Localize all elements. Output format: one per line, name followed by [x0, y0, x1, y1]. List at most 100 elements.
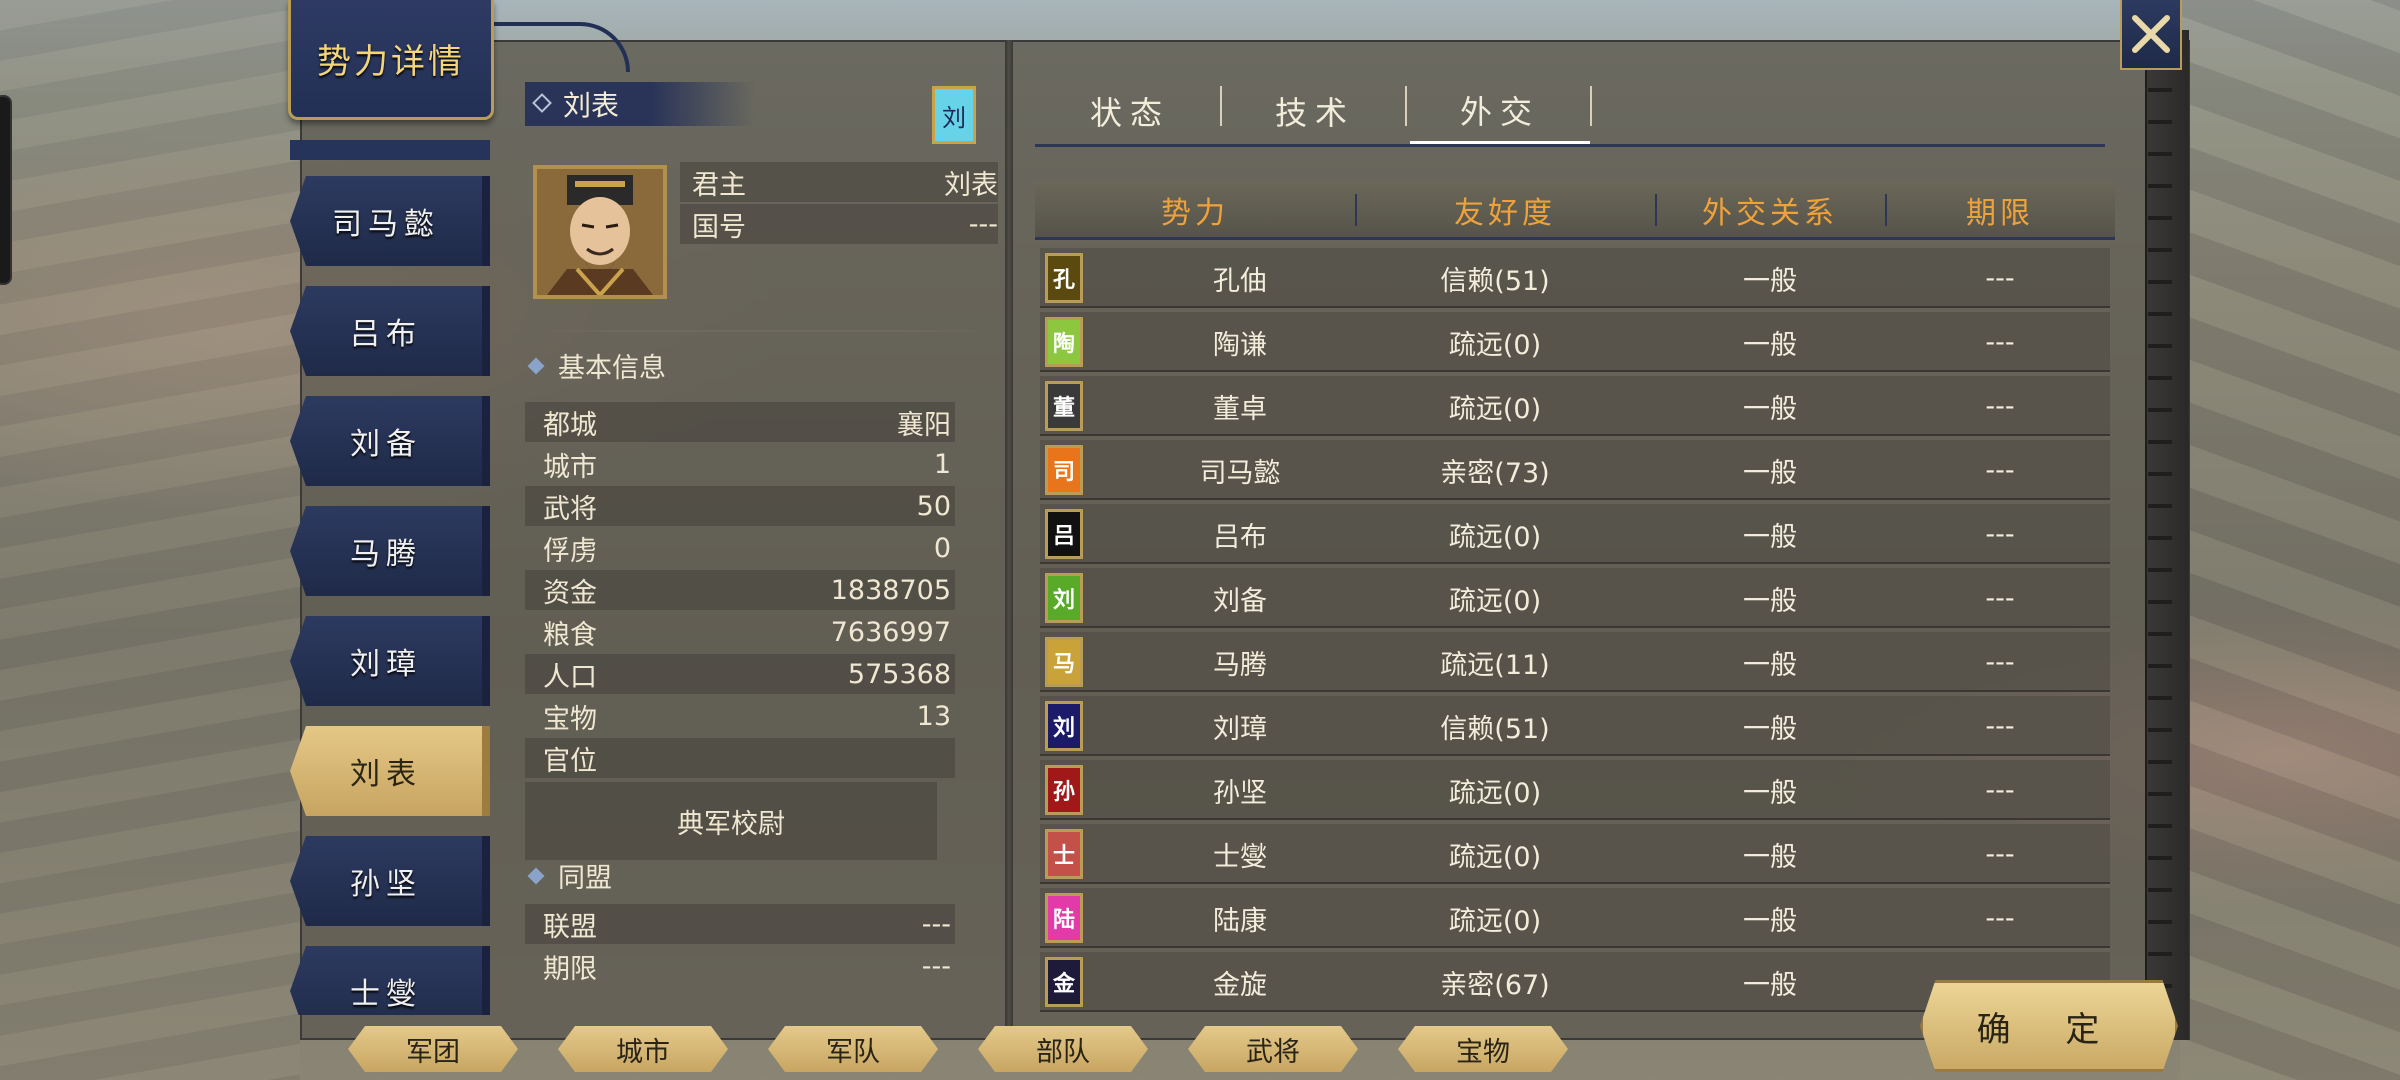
faction-tab-5[interactable]: 刘表	[290, 726, 490, 816]
diamond-icon	[527, 357, 545, 374]
relation-value: 一般	[1743, 713, 1797, 745]
faction-tab-3[interactable]: 马腾	[290, 506, 490, 596]
background-right-buildings	[2180, 0, 2400, 1080]
term-value: ---	[1985, 710, 2015, 742]
faction-tab-6[interactable]: 孙坚	[290, 836, 490, 926]
ruler-portrait	[533, 165, 667, 299]
tab-2[interactable]: 外交	[1410, 78, 1590, 144]
diplomacy-row[interactable]: 刘 刘璋 信赖(51) 一般 ---	[1040, 696, 2110, 756]
friendship-value: 亲密(67)	[1440, 969, 1550, 1001]
term-value: ---	[1985, 582, 2015, 614]
diplomacy-row[interactable]: 刘 刘备 疏远(0) 一般 ---	[1040, 568, 2110, 628]
alliance-value: ---	[921, 908, 951, 940]
close-button[interactable]	[2120, 0, 2182, 70]
lord-label: 君主	[692, 169, 746, 201]
basic-info-heading: 基本信息	[527, 346, 666, 385]
faction-tab-0[interactable]: 司马懿	[290, 176, 490, 266]
basic-info-label: 城市	[543, 451, 597, 483]
faction-flag: 金	[1045, 957, 1083, 1007]
bottom-nav-button-0[interactable]: 军团	[348, 1026, 518, 1072]
tab-0[interactable]: 状态	[1040, 78, 1220, 144]
faction-name: 金旋	[1213, 969, 1267, 1001]
faction-name: 士燮	[1213, 841, 1267, 873]
alliance-row: 联盟 ---	[525, 904, 955, 944]
relation-value: 一般	[1743, 905, 1797, 937]
faction-flag: 刘	[1045, 573, 1083, 623]
diplomacy-row[interactable]: 陆 陆康 疏远(0) 一般 ---	[1040, 888, 2110, 948]
header-relation: 外交关系	[1702, 196, 1838, 231]
basic-info-label: 资金	[543, 577, 597, 609]
friendship-value: 信赖(51)	[1440, 265, 1550, 297]
faction-tab-scroll-top	[290, 140, 490, 160]
confirm-button[interactable]: 确 定	[1920, 980, 2178, 1072]
country-title-row: 国号 ---	[680, 204, 998, 244]
basic-info-label: 粮食	[543, 619, 597, 651]
faction-flag: 陆	[1045, 893, 1083, 943]
diplomacy-row[interactable]: 孙 孙坚 疏远(0) 一般 ---	[1040, 760, 2110, 820]
faction-name: 刘璋	[1213, 713, 1267, 745]
relation-value: 一般	[1743, 841, 1797, 873]
faction-name: 陶谦	[1213, 329, 1267, 361]
relation-value: 一般	[1743, 969, 1797, 1001]
diplomacy-row[interactable]: 司 司马懿 亲密(73) 一般 ---	[1040, 440, 2110, 500]
faction-name: 董卓	[1213, 393, 1267, 425]
basic-info-row: 城市 1	[525, 444, 955, 484]
term-value: ---	[1985, 902, 2015, 934]
relation-value: 一般	[1743, 457, 1797, 489]
friendship-value: 信赖(51)	[1440, 713, 1550, 745]
office-title: 典军校尉	[525, 782, 937, 860]
basic-info-row: 官位	[525, 738, 955, 778]
faction-tab-7[interactable]: 士燮	[290, 946, 490, 1015]
faction-tab-4[interactable]: 刘璋	[290, 616, 490, 706]
diplomacy-row[interactable]: 士 士燮 疏远(0) 一般 ---	[1040, 824, 2110, 884]
diplomacy-row[interactable]: 陶 陶谦 疏远(0) 一般 ---	[1040, 312, 2110, 372]
term-value: ---	[1985, 518, 2015, 550]
faction-name: 吕布	[1213, 521, 1267, 553]
faction-flag: 马	[1045, 637, 1083, 687]
basic-info-row: 人口 575368	[525, 654, 955, 694]
alliance-row: 期限 ---	[525, 946, 955, 986]
lord-row: 君主 刘表	[680, 162, 998, 202]
panel-edge-pattern	[2148, 70, 2172, 1020]
diplomacy-row[interactable]: 吕 吕布 疏远(0) 一般 ---	[1040, 504, 2110, 564]
ruler-name-bar: 刘表	[525, 82, 755, 126]
term-value: ---	[1985, 454, 2015, 486]
diplomacy-row[interactable]: 董 董卓 疏远(0) 一般 ---	[1040, 376, 2110, 436]
header-term: 期限	[1966, 196, 2034, 231]
bottom-nav-button-4[interactable]: 武将	[1188, 1026, 1358, 1072]
bottom-nav-button-2[interactable]: 军队	[768, 1026, 938, 1072]
friendship-value: 疏远(0)	[1448, 521, 1542, 553]
basic-info-row: 俘虏 0	[525, 528, 955, 568]
title-ornament	[480, 22, 630, 72]
basic-info-row: 粮食 7636997	[525, 612, 955, 652]
bottom-nav-button-5[interactable]: 宝物	[1398, 1026, 1568, 1072]
basic-info-label: 武将	[543, 493, 597, 525]
term-value: ---	[1985, 390, 2015, 422]
faction-flag: 孔	[1045, 253, 1083, 303]
basic-info-label: 宝物	[543, 703, 597, 735]
portrait-icon	[537, 169, 663, 295]
faction-tab-1[interactable]: 吕布	[290, 286, 490, 376]
diplomacy-row[interactable]: 孔 孔伷 信赖(51) 一般 ---	[1040, 248, 2110, 308]
office-title-text: 典军校尉	[677, 808, 785, 840]
faction-tab-list[interactable]: 司马懿吕布刘备马腾刘璋刘表孙坚士燮	[290, 140, 490, 1015]
tab-1[interactable]: 技术	[1225, 78, 1405, 144]
alliance-heading: 同盟	[527, 856, 612, 895]
basic-info-value: 575368	[847, 658, 951, 690]
diplomacy-table-header: 势力 友好度 外交关系 期限	[1035, 180, 2115, 240]
close-icon	[2132, 15, 2170, 53]
faction-seal: 刘	[932, 86, 976, 144]
faction-name: 孔伷	[1213, 265, 1267, 297]
bottom-nav-button-1[interactable]: 城市	[558, 1026, 728, 1072]
bottom-nav-button-3[interactable]: 部队	[978, 1026, 1148, 1072]
title-banner: 势力详情	[288, 0, 494, 120]
faction-flag: 董	[1045, 381, 1083, 431]
diplomacy-row[interactable]: 马 马腾 疏远(11) 一般 ---	[1040, 632, 2110, 692]
tab-separator	[1590, 86, 1592, 126]
faction-flag: 陶	[1045, 317, 1083, 367]
friendship-value: 疏远(0)	[1448, 393, 1542, 425]
tab-underline-rule	[1035, 144, 2105, 147]
basic-info-label: 都城	[543, 409, 597, 441]
faction-tab-2[interactable]: 刘备	[290, 396, 490, 486]
relation-value: 一般	[1743, 265, 1797, 297]
